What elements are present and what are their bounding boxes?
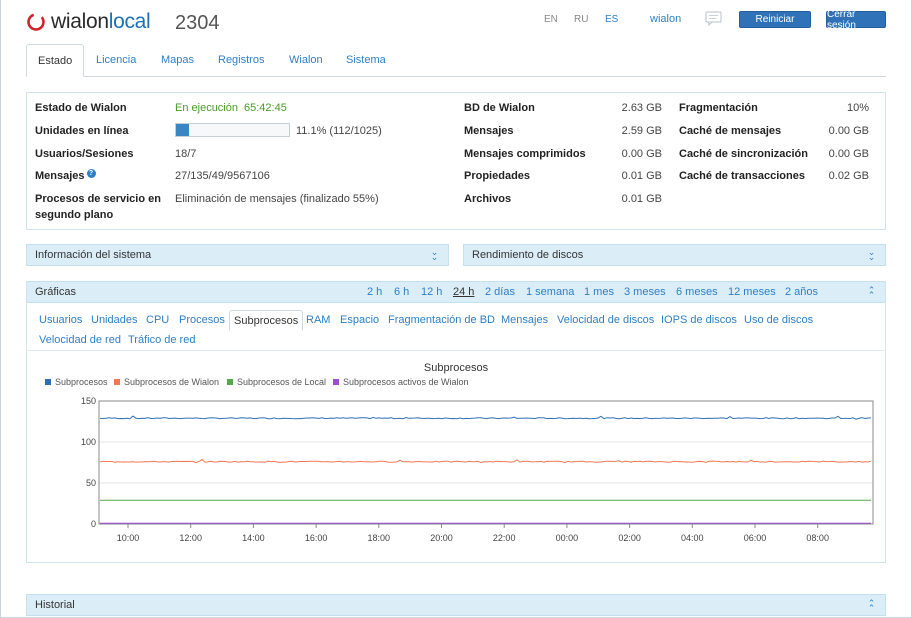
series-line-2 bbox=[99, 458, 872, 464]
history-title: Historial bbox=[35, 599, 75, 611]
x-tick-label: 10:00 bbox=[117, 533, 140, 543]
history-panel-header[interactable]: Historial ⌃ ⌃ bbox=[26, 594, 886, 616]
x-tick-label: 16:00 bbox=[305, 533, 328, 543]
x-tick-label: 20:00 bbox=[430, 533, 453, 543]
chevron-double-up-icon[interactable]: ⌃ ⌃ bbox=[867, 599, 876, 613]
x-tick-label: 02:00 bbox=[618, 533, 641, 543]
x-tick-label: 18:00 bbox=[368, 533, 391, 543]
y-tick-label: 0 bbox=[91, 519, 96, 529]
series-line-1 bbox=[99, 415, 872, 420]
x-tick-label: 06:00 bbox=[744, 533, 767, 543]
y-tick-label: 100 bbox=[81, 437, 96, 447]
x-tick-label: 22:00 bbox=[493, 533, 516, 543]
y-tick-label: 50 bbox=[86, 478, 96, 488]
x-tick-label: 12:00 bbox=[179, 533, 202, 543]
x-tick-label: 04:00 bbox=[681, 533, 704, 543]
subprocesses-chart: 0 50 100 150 10:00 12:00 14:00 16:00 18:00 20:00 2… bbox=[81, 396, 874, 543]
x-tick-label: 08:00 bbox=[806, 533, 829, 543]
x-tick-label: 00:00 bbox=[556, 533, 579, 543]
x-tick-label: 14:00 bbox=[242, 533, 265, 543]
y-tick-label: 150 bbox=[81, 396, 96, 406]
